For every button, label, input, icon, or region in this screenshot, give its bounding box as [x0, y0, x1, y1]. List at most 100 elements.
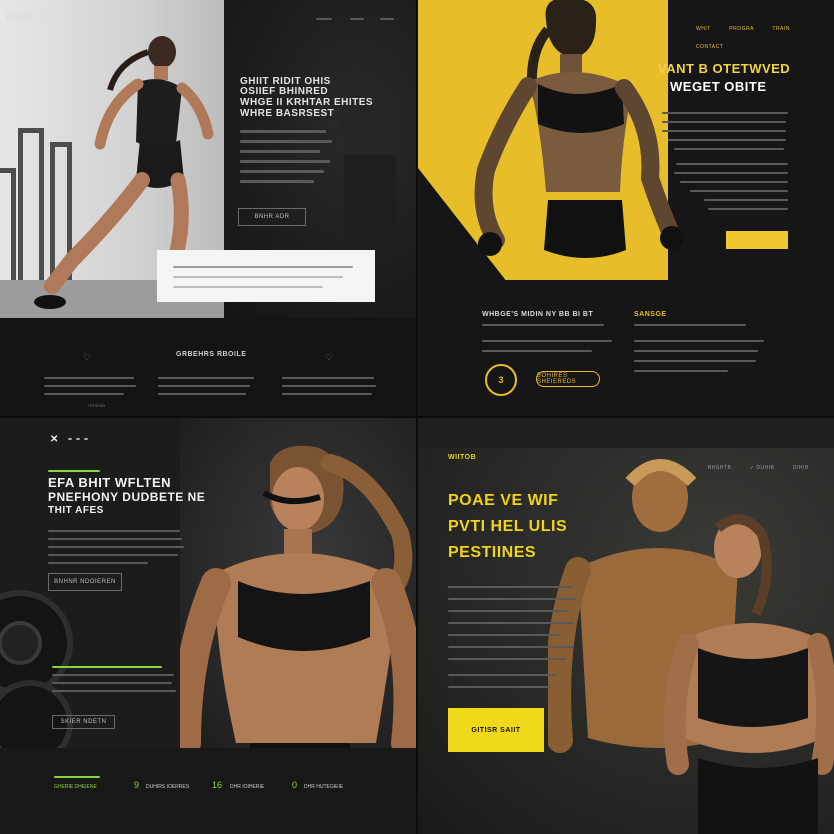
- count-badge[interactable]: 3: [485, 364, 517, 396]
- card-line: [173, 286, 323, 288]
- feature-line: [158, 385, 250, 387]
- logo[interactable]: EHRED OWE: [6, 13, 60, 23]
- ghost-face: [340, 80, 400, 240]
- footer-link[interactable]: ITRSEIIN: [88, 403, 105, 408]
- hero-headline-1: VANT B OTETWVED: [658, 61, 791, 76]
- feature-line: [158, 393, 246, 395]
- body-line: [240, 140, 332, 143]
- section-line: [634, 370, 728, 372]
- card-line: [173, 276, 343, 278]
- stat-line: [54, 776, 100, 778]
- woman-figure: [180, 445, 416, 753]
- hero-headline-2: PNEFHONY DUDBETE NE: [48, 490, 206, 504]
- heart-icon: ♡: [325, 352, 334, 362]
- nav-bar[interactable]: [350, 18, 364, 20]
- body-line: [52, 682, 172, 684]
- body-line: [448, 658, 566, 660]
- hero-headline-3: THIT AFES: [48, 505, 104, 516]
- hero-headline-4: WHRE BASRSEST: [240, 108, 335, 119]
- body-line: [240, 150, 320, 153]
- body-line: [48, 538, 182, 540]
- card-line: [173, 266, 353, 268]
- section-line: [634, 340, 764, 342]
- mockup-green: ✕ EFA BHIT WFLTEN PNEFHONY DUDBETE NE TH…: [0, 418, 416, 834]
- mockup-grid: EHRED OWE GHIIT RIDIT OHIS OSIIEF BHINRE…: [0, 0, 834, 834]
- body-line: [690, 190, 788, 192]
- nav-bar[interactable]: [380, 18, 394, 20]
- body-line: [48, 562, 148, 564]
- body-line: [52, 666, 162, 668]
- section-line: [634, 360, 756, 362]
- feature-line: [282, 377, 374, 379]
- nav-dot[interactable]: [76, 438, 80, 440]
- section-line: [634, 324, 746, 326]
- stat-label: DUHIRS IOERRES: [146, 784, 190, 790]
- section-title: GRBEHRS RBOILE: [176, 351, 247, 358]
- cta-button[interactable]: BNHR ADR: [238, 208, 306, 226]
- stat-label: GHERIE DHEIENE: [54, 784, 97, 790]
- nav-link[interactable]: TRAIN: [772, 26, 790, 32]
- hero-headline-2: OSIIEF BHINRED: [240, 86, 329, 97]
- top-nav: WHIT PROGRA TRAIN CONTACT: [682, 17, 834, 53]
- cta-button[interactable]: [726, 231, 788, 249]
- body-line: [674, 148, 784, 150]
- body-line: [668, 139, 786, 141]
- body-line: [52, 674, 174, 676]
- couple-figure: [548, 459, 834, 834]
- nav-bar[interactable]: [316, 18, 332, 20]
- mockup-runner: EHRED OWE GHIIT RIDIT OHIS OSIIEF BHINRE…: [0, 0, 416, 416]
- nav-dot[interactable]: [68, 438, 72, 440]
- hero-headline-3: PESTIINES: [448, 544, 537, 561]
- secondary-button[interactable]: BOHIRES SHEIEREDS: [536, 371, 600, 387]
- body-line: [240, 160, 330, 163]
- body-line: [662, 121, 786, 123]
- body-line: [448, 610, 568, 612]
- section-line: [482, 340, 612, 342]
- hero-headline-1: POAE VE WIF: [448, 492, 559, 509]
- body-line: [52, 690, 176, 692]
- feature-line: [282, 393, 372, 395]
- info-card: [157, 250, 375, 302]
- cta-button[interactable]: BNHNR NDOIEREN: [48, 573, 122, 591]
- body-line: [48, 546, 184, 548]
- body-line: [662, 112, 788, 114]
- feature-line: [44, 377, 134, 379]
- stat-number: 9: [134, 780, 140, 790]
- body-line: [448, 646, 574, 648]
- body-line: [448, 586, 572, 588]
- hero-headline-2: PVTI HEL ULIS: [448, 518, 568, 535]
- body-line: [240, 130, 326, 133]
- body-line: [48, 554, 178, 556]
- body-line: [240, 170, 324, 173]
- body-line: [448, 634, 560, 636]
- secondary-button[interactable]: SKIER NDETN: [52, 715, 115, 729]
- nav-link[interactable]: PROGRA: [729, 26, 754, 32]
- nav-link[interactable]: WHIT: [696, 26, 711, 32]
- feature-line: [44, 385, 136, 387]
- body-line: [448, 686, 550, 688]
- hero-headline-3: WHGE II KRHTAR EHITES: [240, 97, 374, 108]
- stat-number: 0: [292, 780, 298, 790]
- heart-icon: ♡: [83, 352, 92, 362]
- feature-line: [44, 393, 124, 395]
- feature-line: [158, 377, 254, 379]
- stat-label: DHR HUTEGIEIE: [304, 784, 344, 790]
- section-line: [634, 350, 758, 352]
- body-line: [704, 199, 788, 201]
- cta-button[interactable]: GITISR SAIIT: [448, 708, 544, 752]
- stat-label: DHR IOIHERIE: [230, 784, 265, 790]
- mockup-yellow: WHIT PROGRA TRAIN CONTACT VANT B OTETWVE…: [418, 0, 834, 416]
- body-line: [676, 163, 788, 165]
- nav-link[interactable]: CONTACT: [696, 44, 723, 50]
- stat-number: 16: [212, 780, 223, 790]
- section-title: WHBGE'S MIDIN NY BB BI BT: [482, 311, 594, 318]
- hero-headline-1: EFA BHIT WFLTEN: [48, 475, 172, 490]
- section-line: [482, 324, 604, 326]
- body-line: [448, 622, 574, 624]
- body-line: [48, 530, 180, 532]
- logo-mark[interactable]: ✕: [50, 434, 59, 445]
- hero-headline-2: WEGET OBITE: [670, 79, 767, 94]
- body-line: [448, 674, 556, 676]
- logo[interactable]: WIITOB: [448, 454, 476, 462]
- nav-dot[interactable]: [84, 438, 88, 440]
